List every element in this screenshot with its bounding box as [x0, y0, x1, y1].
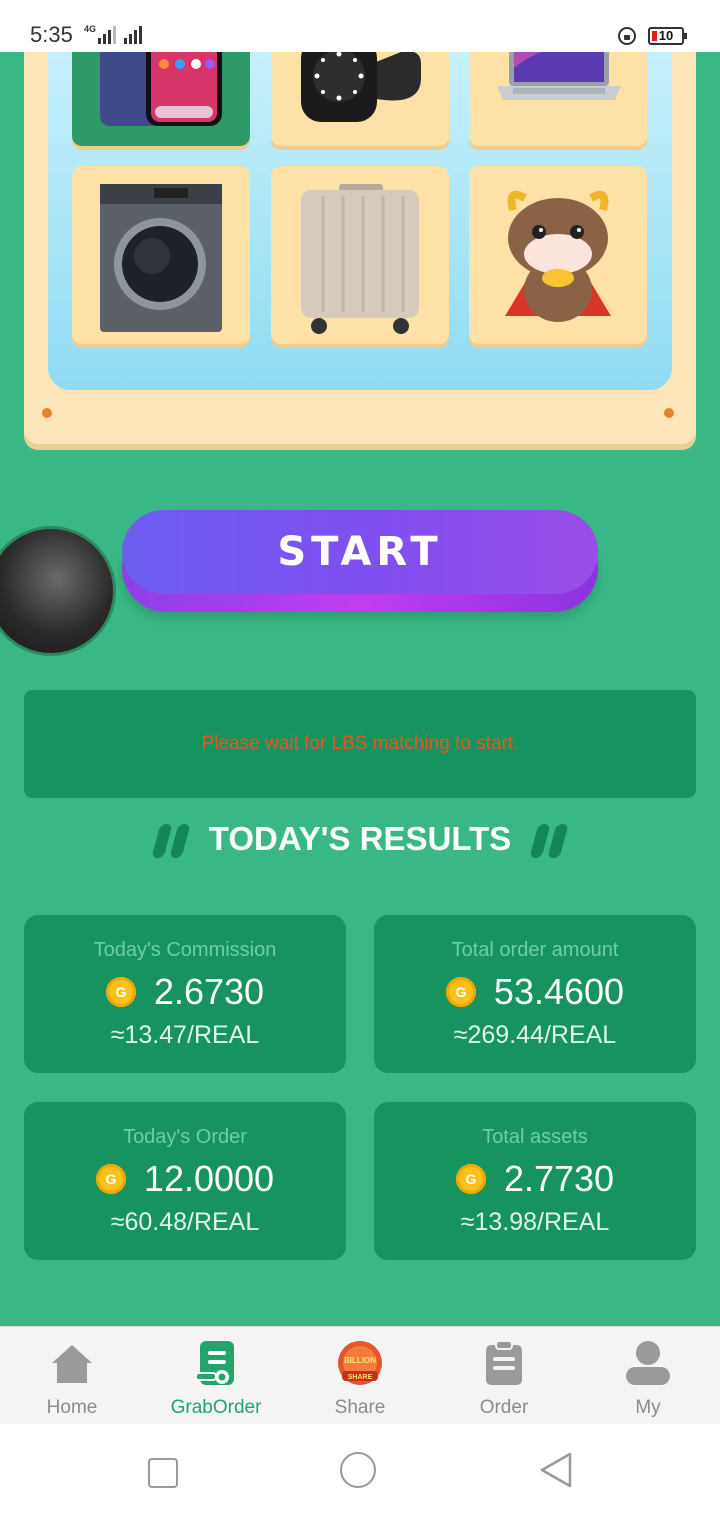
board-dot-right: [664, 408, 674, 418]
user-icon: [626, 1341, 670, 1385]
card-label: Today's Order: [123, 1126, 247, 1148]
status-bar: 5:35 4G 10: [0, 0, 720, 52]
badge-bottom-text: SHARE: [348, 1374, 373, 1381]
battery-icon: 10: [648, 27, 687, 45]
gold-coin-icon: [105, 977, 136, 1007]
start-button[interactable]: START: [122, 510, 598, 612]
grab-order-icon: [195, 1341, 234, 1385]
recents-icon[interactable]: [148, 1458, 178, 1488]
status-message: Please wait for LBS matching to start.: [201, 733, 519, 754]
board-dot-left: [42, 408, 52, 418]
card-converted: ≈13.98/REAL: [460, 1208, 610, 1236]
card-value-row: 53.4600: [374, 971, 696, 1013]
prize-suitcase: [271, 166, 449, 344]
card-converted: ≈60.48/REAL: [110, 1208, 260, 1236]
tab-home[interactable]: Home: [0, 1327, 144, 1425]
card-converted: ≈13.47/REAL: [110, 1021, 260, 1049]
tab-order[interactable]: Order: [432, 1327, 576, 1425]
card-label: Today's Commission: [93, 939, 277, 961]
result-card-order-amount: Total order amount 53.4600 ≈269.44/REAL: [374, 915, 696, 1073]
card-value-row: 2.7730: [374, 1158, 696, 1200]
washing-machine-icon: [100, 184, 222, 332]
card-value-row: 12.0000: [24, 1158, 346, 1200]
badge-top-text: BILLION: [344, 1356, 376, 1365]
start-button-label: START: [277, 529, 443, 575]
status-time: 5:35: [30, 22, 73, 47]
result-card-total-assets: Total assets 2.7730 ≈13.98/REAL: [374, 1102, 696, 1260]
prize-washing-machine: [72, 166, 250, 344]
card-value: 2.6730: [153, 971, 265, 1012]
tab-label: Share: [334, 1397, 386, 1418]
home-icon: [52, 1345, 92, 1383]
signal-icon-2: [124, 26, 142, 44]
card-value: 2.7730: [503, 1158, 615, 1199]
card-converted: ≈269.44/REAL: [453, 1021, 617, 1049]
share-billion-badge-icon: BILLION SHARE: [338, 1341, 382, 1385]
bottom-tab-bar: Home GrabOrder BILLION SHARE Share Order …: [0, 1326, 720, 1425]
tab-my[interactable]: My: [576, 1327, 720, 1425]
user-avatar[interactable]: [0, 526, 116, 656]
rotation-lock-icon: [618, 27, 636, 45]
result-card-commission: Today's Commission 2.6730 ≈13.47/REAL: [24, 915, 346, 1073]
gold-coin-icon: [455, 1164, 486, 1194]
clipboard-icon: [486, 1340, 522, 1385]
cow-mascot-icon: [505, 191, 611, 322]
right-quote-icon: [529, 824, 572, 860]
card-value: 12.0000: [143, 1158, 275, 1199]
tab-graborder[interactable]: GrabOrder: [144, 1327, 288, 1425]
card-label: Total order amount: [451, 939, 619, 961]
tab-label: Order: [479, 1397, 529, 1418]
card-value-row: 2.6730: [24, 971, 346, 1013]
gold-coin-icon: [95, 1164, 126, 1194]
card-value: 53.4600: [493, 971, 625, 1012]
network-type: 4G: [84, 24, 97, 34]
tab-label: Home: [46, 1397, 98, 1418]
suitcase-icon: [301, 184, 419, 334]
back-icon[interactable]: [538, 1452, 574, 1488]
tab-share[interactable]: BILLION SHARE Share: [288, 1327, 432, 1425]
result-card-today-order: Today's Order 12.0000 ≈60.48/REAL: [24, 1102, 346, 1260]
status-message-box: Please wait for LBS matching to start.: [24, 690, 696, 798]
card-label: Total assets: [482, 1126, 588, 1148]
tab-label: My: [635, 1397, 661, 1418]
home-circle-icon[interactable]: [340, 1452, 376, 1488]
results-title: TODAY'S RESULTS: [208, 820, 512, 857]
prize-cow-mascot: [469, 166, 647, 344]
tab-label: GrabOrder: [170, 1397, 262, 1418]
start-button-face: START: [122, 510, 598, 594]
signal-icon: [98, 26, 116, 44]
gold-coin-icon: [445, 977, 476, 1007]
